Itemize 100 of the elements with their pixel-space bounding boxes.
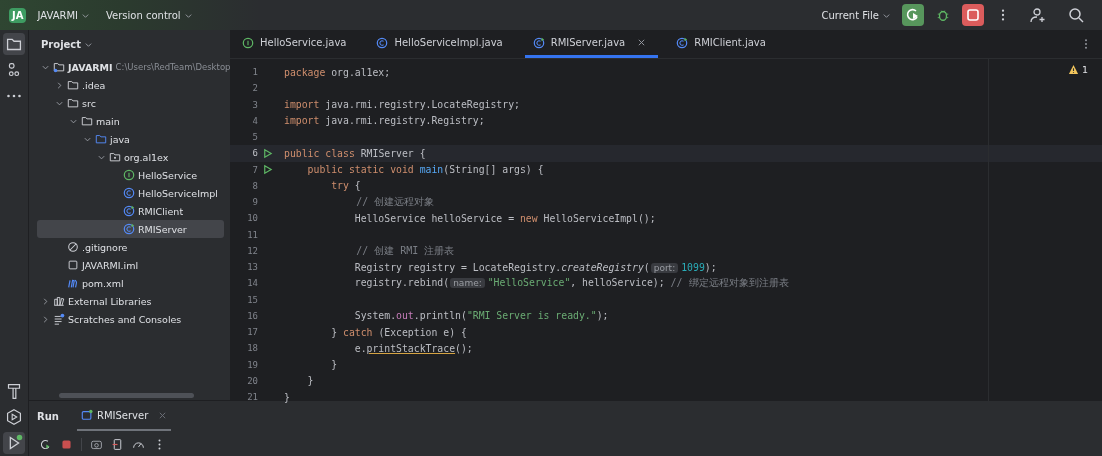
class-icon <box>123 223 135 235</box>
code-text: Registry registry = LocateRegistry. <box>353 261 562 273</box>
bug-icon[interactable] <box>936 8 950 22</box>
keyword: import <box>284 99 321 111</box>
search-icon[interactable] <box>1068 7 1084 23</box>
library-icon <box>53 295 65 307</box>
code-comment: // 创建 RMI 注册表 <box>355 244 455 256</box>
class-icon <box>123 187 135 199</box>
package-icon <box>109 151 121 163</box>
line-number: 21 <box>246 392 258 403</box>
folder-icon <box>53 61 65 73</box>
version-control-menu[interactable]: Version control <box>101 6 198 24</box>
tree-item[interactable]: HelloServiceImpl <box>37 184 224 202</box>
parameter-hint: name: <box>450 278 485 289</box>
line-number: 8 <box>251 180 258 191</box>
stop-icon[interactable] <box>962 4 984 26</box>
line-number: 18 <box>246 343 258 354</box>
keyword: public class <box>284 147 356 159</box>
line-number: 14 <box>246 278 258 289</box>
tree-item[interactable]: JAVARMI.iml <box>37 256 224 274</box>
folder-icon <box>81 115 93 127</box>
tree-item[interactable]: Scratches and Consoles <box>37 310 224 328</box>
tree-item[interactable]: org.al1ex <box>37 148 224 166</box>
tree-item[interactable]: pom.xml <box>37 274 224 292</box>
keyword: package <box>284 66 327 78</box>
close-icon[interactable] <box>158 410 168 420</box>
run-icon[interactable] <box>262 147 273 159</box>
tree-item[interactable]: RMIClient <box>37 202 224 220</box>
interface-icon <box>123 169 135 181</box>
tab-label: HelloService.java <box>260 37 347 48</box>
code-text: } <box>330 326 339 338</box>
tree-item-label: java <box>110 133 130 145</box>
tree-item-label: HelloServiceImpl <box>138 187 218 199</box>
line-number: 13 <box>246 262 258 273</box>
class-icon <box>676 36 689 49</box>
tree-item-label: main <box>96 115 120 127</box>
close-icon[interactable] <box>637 38 647 47</box>
code-text: } <box>330 359 338 371</box>
exit-icon[interactable] <box>111 437 124 451</box>
tree-item[interactable]: src <box>37 94 224 112</box>
line-number: 12 <box>246 245 258 256</box>
folder-icon[interactable] <box>3 33 25 55</box>
class-icon <box>123 205 135 217</box>
keyword: catch <box>343 326 374 338</box>
run-icon[interactable] <box>3 432 25 454</box>
code-text: HelloServiceImpl(); <box>543 212 656 224</box>
tree-item[interactable]: HelloService <box>37 166 224 184</box>
keyword: new <box>519 212 539 224</box>
tree-item[interactable]: main <box>37 112 224 130</box>
run-configuration-menu[interactable]: Current File <box>816 6 896 24</box>
tab-label: RMIClient.java <box>694 37 766 48</box>
tree-item[interactable]: java <box>37 130 224 148</box>
string-literal: "HelloService" <box>487 277 571 289</box>
tab-label: HelloServiceImpl.java <box>394 37 503 48</box>
add-user-icon[interactable] <box>1030 7 1046 23</box>
tree-item-label: RMIClient <box>138 205 184 217</box>
keyword: try <box>330 180 350 192</box>
run-panel-title: Run <box>37 410 59 422</box>
code-comment: // 绑定远程对象到注册表 <box>670 277 789 289</box>
code-text: (); <box>455 342 473 354</box>
method-name: createRegistry <box>561 261 644 273</box>
code-text: .println( <box>413 310 467 322</box>
tree-item[interactable]: RMIServer <box>37 220 224 238</box>
project-switcher[interactable]: JAVARMI <box>32 6 95 24</box>
tree-item-label: pom.xml <box>82 277 124 289</box>
line-number: 17 <box>246 327 258 338</box>
interface-icon <box>242 36 254 49</box>
line-number: 1 <box>251 67 258 78</box>
line-number: 11 <box>246 229 258 240</box>
line-number: 4 <box>251 115 258 126</box>
code-text: ( <box>643 261 650 273</box>
ignore-icon <box>67 241 79 253</box>
run-icon[interactable] <box>262 164 273 176</box>
code-text: registry.rebind( <box>353 277 450 289</box>
tree-item-label: JAVARMI.iml <box>82 259 139 271</box>
project-view-menu[interactable]: Project <box>35 37 100 51</box>
run-tab[interactable]: RMIServer <box>76 401 172 431</box>
tree-item-label: .gitignore <box>82 241 128 253</box>
code-text: ); <box>596 310 609 322</box>
editor-tab[interactable]: RMIServer.java <box>524 30 659 58</box>
tree-item-label: External Libraries <box>68 295 152 307</box>
scrollbar-thumb[interactable] <box>59 392 194 398</box>
code-text: java.rmi.registry.LocateRegistry; <box>325 99 520 111</box>
editor-tab[interactable]: HelloService.java <box>234 30 359 58</box>
tree-item[interactable]: .idea <box>37 76 224 94</box>
parameter-hint: port: <box>650 262 679 273</box>
tree-item[interactable]: .gitignore <box>37 238 224 256</box>
tree-item-label: org.al1ex <box>124 151 169 163</box>
editor-tab[interactable]: HelloServiceImpl.java <box>368 30 515 58</box>
tree-item[interactable]: External Libraries <box>37 292 224 310</box>
line-number: 10 <box>246 213 258 224</box>
project-path: C:\Users\RedTeam\Desktop <box>115 62 230 72</box>
editor-tab[interactable]: RMIClient.java <box>668 30 778 58</box>
class-icon <box>376 36 389 49</box>
line-number: 20 <box>246 375 258 386</box>
rerun-icon[interactable] <box>39 437 52 451</box>
string-literal: "RMI Server is ready." <box>466 310 597 322</box>
run-tab-label: RMIServer <box>96 409 149 421</box>
code-comment: // 创建远程对象 <box>355 196 435 208</box>
rerun-icon[interactable] <box>902 4 924 26</box>
